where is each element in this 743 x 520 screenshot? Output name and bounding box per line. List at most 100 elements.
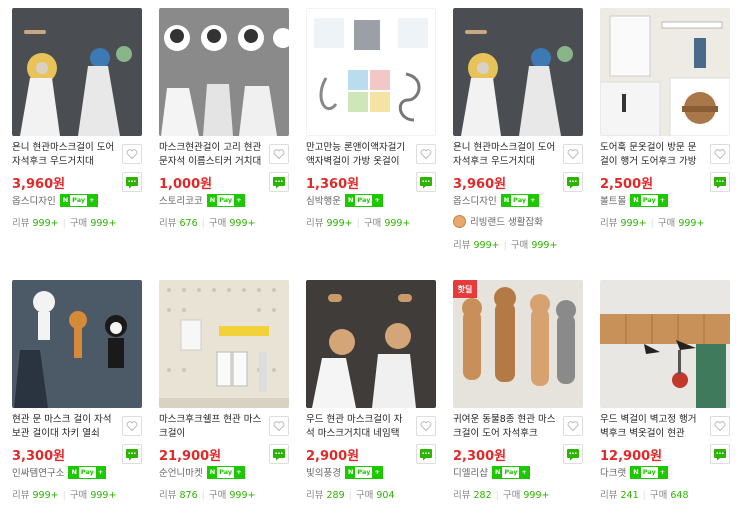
npay-badge: N Pay + (344, 465, 383, 479)
npay-n: N (631, 194, 641, 206)
product-title[interactable]: 만고만능 론앤이액자걸기 액자벽걸이 가방 옷걸이 (306, 141, 411, 169)
npay-plus: + (234, 466, 244, 478)
wishlist-button[interactable] (563, 144, 583, 164)
wishlist-button[interactable] (122, 416, 142, 436)
npay-n: N (69, 466, 79, 478)
partner-badge-label: 리빙랜드 생활잡화 (470, 217, 543, 228)
product-title[interactable]: 도어훅 문옷걸이 방문 문걸이 행거 도어후크 가방 (600, 141, 705, 169)
product-price: 2,900원 (306, 449, 360, 464)
product-image[interactable] (600, 280, 730, 408)
talk-icon (273, 448, 285, 460)
heart-icon (714, 421, 726, 432)
seller-row: 옵스디자인 N Pay + (12, 193, 98, 207)
seller-name[interactable]: 심박행운 (306, 193, 341, 207)
product-title[interactable]: 욘니 현관마스크걸이 도어자석후크 우드거치대 (453, 141, 558, 169)
wishlist-button[interactable] (710, 144, 730, 164)
talk-icon (126, 448, 138, 460)
product-title[interactable]: 욘니 현관마스크걸이 도어자석후크 우드거치대 (12, 141, 117, 169)
talk-button[interactable] (563, 172, 583, 192)
product-image[interactable] (453, 8, 583, 136)
product-image[interactable] (600, 8, 730, 136)
npay-n: N (501, 194, 512, 206)
partner-badge[interactable]: 리빙랜드 생활잡화 (453, 214, 543, 228)
purchase-count: 999+ (531, 240, 558, 251)
npay-pay: Pay (642, 195, 656, 204)
purchase-count: 999+ (523, 490, 550, 501)
seller-row: 인싸템연구소 N Pay + (12, 465, 107, 479)
wishlist-button[interactable] (710, 416, 730, 436)
product-price: 2,300원 (453, 449, 507, 464)
product-title[interactable]: 마스크후크쉘프 현관 마스크걸이 (159, 413, 264, 441)
talk-button[interactable] (710, 172, 730, 192)
purchase-label: 구매 (355, 490, 374, 501)
review-label: 리뷰 (12, 490, 30, 501)
talk-button[interactable] (122, 444, 142, 464)
wishlist-button[interactable] (563, 416, 583, 436)
seller-name[interactable]: 스토리코코 (159, 193, 203, 207)
review-label: 리뷰 (159, 490, 177, 501)
product-title[interactable]: 우드 벽걸이 벽고정 행거 벽후크 벽옷걸이 현관 (600, 413, 705, 441)
stats-divider: | (348, 490, 352, 501)
npay-n: N (207, 466, 218, 478)
talk-button[interactable] (269, 444, 289, 464)
product-price: 1,000원 (159, 177, 213, 192)
seller-name[interactable]: 다크랫 (600, 465, 626, 479)
heart-icon (567, 421, 579, 432)
product-image[interactable] (159, 8, 289, 136)
talk-button[interactable] (416, 444, 436, 464)
purchase-label: 구매 (208, 490, 227, 501)
product-stats: 리뷰 999+ | 구매 999+ (306, 215, 410, 229)
product-image[interactable] (306, 8, 436, 136)
npay-badge: N Pay + (59, 193, 98, 207)
seller-row: 디엘리샵 N Pay + (453, 465, 530, 479)
npay-pay: Pay (80, 467, 94, 476)
product-image[interactable]: 핫딜 (453, 280, 583, 408)
seller-row: 심박행운 N Pay + (306, 193, 383, 207)
seller-name[interactable]: 인싸템연구소 (12, 465, 64, 479)
product-image[interactable] (159, 280, 289, 408)
review-count: 241 (620, 490, 639, 501)
product-price: 21,900원 (159, 449, 222, 464)
stats-divider: | (495, 490, 499, 501)
npay-badge: N Pay + (344, 193, 383, 207)
npay-pay: Pay (513, 195, 527, 204)
talk-icon (567, 176, 579, 188)
stats-divider: | (503, 240, 507, 251)
wishlist-button[interactable] (416, 144, 436, 164)
product-title[interactable]: 마스크현관걸이 고리 현관문자석 이름스티커 거치대 (159, 141, 264, 169)
npay-pay: Pay (357, 467, 371, 476)
talk-button[interactable] (416, 172, 436, 192)
wishlist-button[interactable] (269, 144, 289, 164)
product-title[interactable]: 귀여운 동물8종 현관 마스크걸이 도어 자석후크 (453, 413, 558, 441)
product-image[interactable] (12, 280, 142, 408)
talk-button[interactable] (563, 444, 583, 464)
product-image[interactable] (12, 8, 142, 136)
seller-name[interactable]: 빛의풍경 (306, 465, 341, 479)
seller-name[interactable]: 옵스디자인 (12, 193, 56, 207)
product-price: 3,300원 (12, 449, 66, 464)
seller-name[interactable]: 옵스디자인 (453, 193, 497, 207)
product-price: 3,960원 (453, 177, 507, 192)
npay-pay: Pay (72, 195, 86, 204)
talk-button[interactable] (269, 172, 289, 192)
review-label: 리뷰 (453, 240, 471, 251)
npay-pay: Pay (219, 467, 233, 476)
product-image[interactable] (306, 280, 436, 408)
review-count: 999+ (326, 218, 353, 229)
product-title[interactable]: 현관 문 마스크 걸이 자석 보관 걸이대 차키 열쇠 (12, 413, 117, 441)
purchase-label: 구매 (657, 218, 676, 229)
seller-row: 스토리코코 N Pay + (159, 193, 245, 207)
stats-divider: | (356, 218, 360, 229)
seller-name[interactable]: 볼트몰 (600, 193, 626, 207)
seller-name[interactable]: 순언니마켓 (159, 465, 203, 479)
heart-icon (273, 149, 285, 160)
purchase-count: 999+ (678, 218, 705, 229)
talk-button[interactable] (122, 172, 142, 192)
wishlist-button[interactable] (269, 416, 289, 436)
wishlist-button[interactable] (122, 144, 142, 164)
review-count: 999+ (473, 240, 500, 251)
product-title[interactable]: 우드 현관 마스크걸이 자석 마스크거치대 네임택 (306, 413, 411, 441)
talk-button[interactable] (710, 444, 730, 464)
seller-name[interactable]: 디엘리샵 (453, 465, 488, 479)
wishlist-button[interactable] (416, 416, 436, 436)
